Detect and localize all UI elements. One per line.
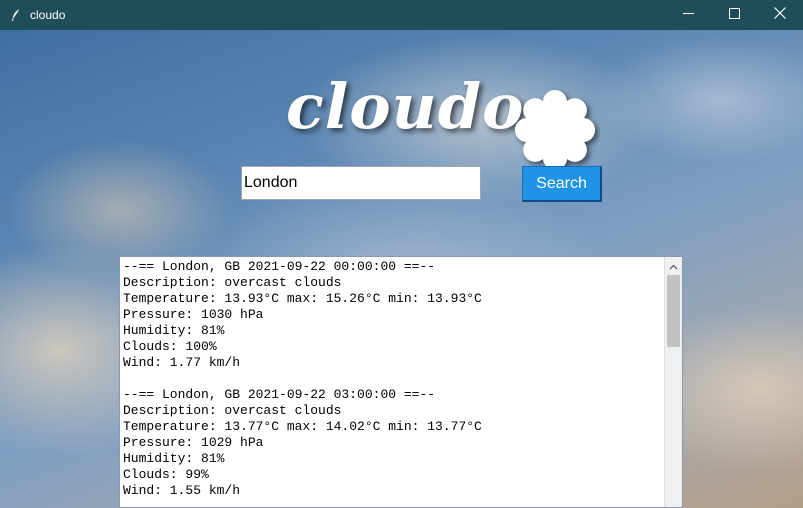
result-description: Description: overcast clouds — [123, 275, 342, 290]
vertical-scrollbar[interactable] — [664, 257, 682, 507]
city-search-input[interactable] — [241, 166, 481, 200]
result-pressure: Pressure: 1030 hPa — [123, 307, 264, 322]
cloud-flower-icon — [510, 85, 600, 175]
result-temperature: Temperature: 13.77°C max: 14.02°C min: 1… — [123, 419, 482, 434]
result-clouds: Clouds: 99% — [123, 467, 209, 482]
result-spacer: ​ — [123, 371, 663, 387]
app-logo-text: cloudo — [286, 70, 525, 143]
feather-icon — [8, 7, 24, 23]
minimize-icon — [682, 6, 694, 24]
result-humidity: Humidity: 81% — [123, 323, 225, 338]
close-icon — [774, 6, 786, 24]
chevron-up-icon — [669, 257, 678, 275]
result-temperature: Temperature: 13.93°C max: 15.26°C min: 1… — [123, 291, 482, 306]
scroll-up-button[interactable] — [665, 257, 682, 274]
window-controls — [665, 0, 803, 30]
weather-results-text: --== London, GB 2021-09-22 00:00:00 ==--… — [123, 259, 663, 499]
scroll-thumb[interactable] — [667, 275, 680, 347]
weather-results-box[interactable]: --== London, GB 2021-09-22 00:00:00 ==--… — [119, 256, 683, 508]
result-description: Description: overcast clouds — [123, 403, 342, 418]
minimize-button[interactable] — [665, 0, 711, 30]
maximize-icon — [728, 6, 740, 24]
result-humidity: Humidity: 81% — [123, 451, 225, 466]
result-header: --== London, GB 2021-09-22 03:00:00 ==-- — [123, 387, 436, 402]
result-wind: Wind: 1.55 km/h — [123, 483, 241, 498]
maximize-button[interactable] — [711, 0, 757, 30]
result-clouds: Clouds: 100% — [123, 339, 217, 354]
title-bar[interactable]: cloudo — [0, 0, 803, 30]
result-pressure: Pressure: 1029 hPa — [123, 435, 264, 450]
window-title: cloudo — [30, 8, 66, 22]
app-window: cloudo cloudo London Search --== London,… — [0, 0, 803, 508]
sky-background: cloudo London Search --== London, GB 202… — [0, 30, 803, 508]
close-button[interactable] — [757, 0, 803, 30]
search-button[interactable]: Search — [522, 166, 602, 202]
result-wind: Wind: 1.77 km/h — [123, 355, 241, 370]
result-header: --== London, GB 2021-09-22 00:00:00 ==-- — [123, 259, 436, 274]
